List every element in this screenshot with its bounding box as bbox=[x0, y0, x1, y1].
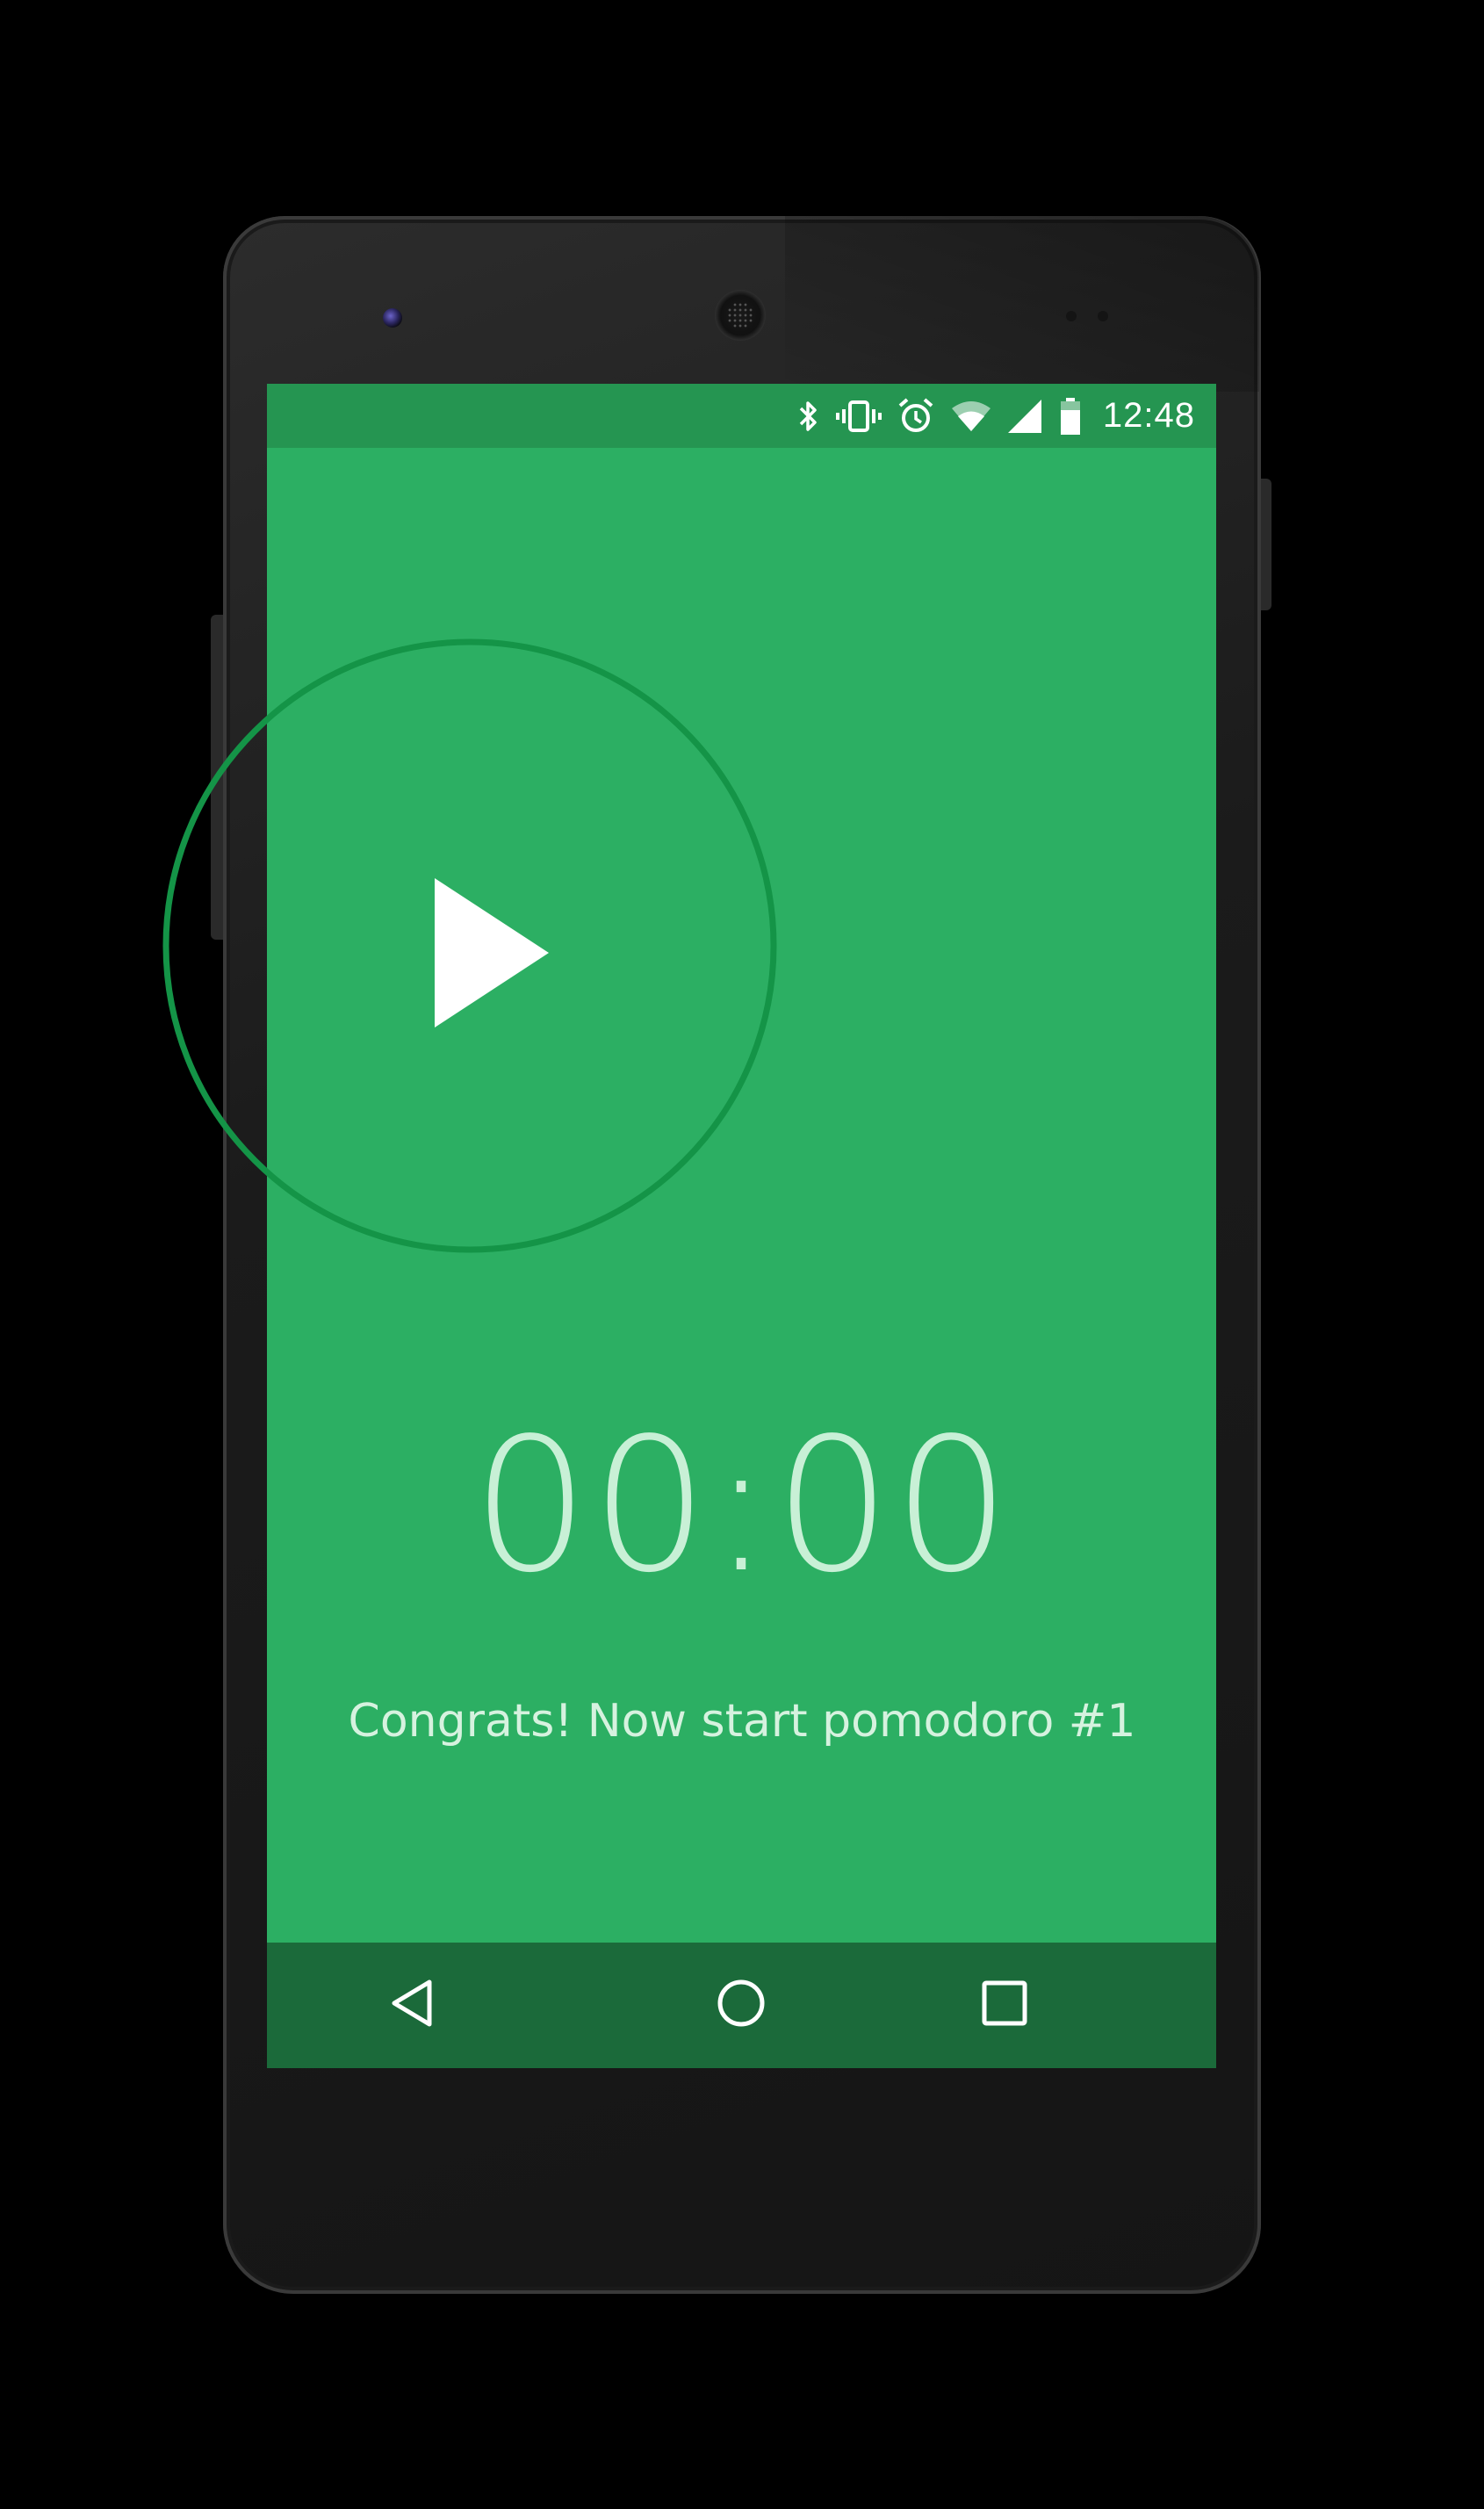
play-icon bbox=[417, 878, 549, 1031]
clock-time: 12:48 bbox=[1102, 396, 1195, 435]
battery-icon bbox=[1059, 397, 1082, 435]
device-frame-stage: 12:48 00:00 Congrats! Now start pomodoro… bbox=[0, 0, 1484, 2509]
front-camera bbox=[383, 308, 402, 328]
status-bar: 12:48 bbox=[267, 384, 1216, 448]
cell-signal-icon bbox=[1007, 399, 1043, 433]
recents-icon bbox=[980, 1979, 1029, 2032]
play-button[interactable] bbox=[417, 878, 549, 1027]
light-sensor bbox=[1098, 311, 1108, 321]
power-button bbox=[1261, 479, 1271, 610]
vibrate-icon bbox=[835, 399, 882, 434]
alarm-icon bbox=[897, 397, 934, 435]
home-button[interactable] bbox=[671, 1943, 811, 2068]
bluetooth-icon bbox=[797, 399, 820, 434]
home-icon bbox=[715, 1977, 767, 2034]
back-icon bbox=[387, 1977, 436, 2034]
status-icons: 12:48 bbox=[797, 384, 1195, 448]
recents-button[interactable] bbox=[934, 1943, 1075, 2068]
earpiece-speaker bbox=[715, 290, 766, 341]
timer-display: 00:00 bbox=[472, 1398, 1012, 1613]
back-button[interactable] bbox=[342, 1943, 482, 2068]
wifi-icon bbox=[950, 400, 992, 433]
status-message: Congrats! Now start pomodoro #1 bbox=[348, 1695, 1136, 1748]
navigation-bar bbox=[267, 1943, 1216, 2068]
proximity-sensor bbox=[1066, 311, 1077, 321]
